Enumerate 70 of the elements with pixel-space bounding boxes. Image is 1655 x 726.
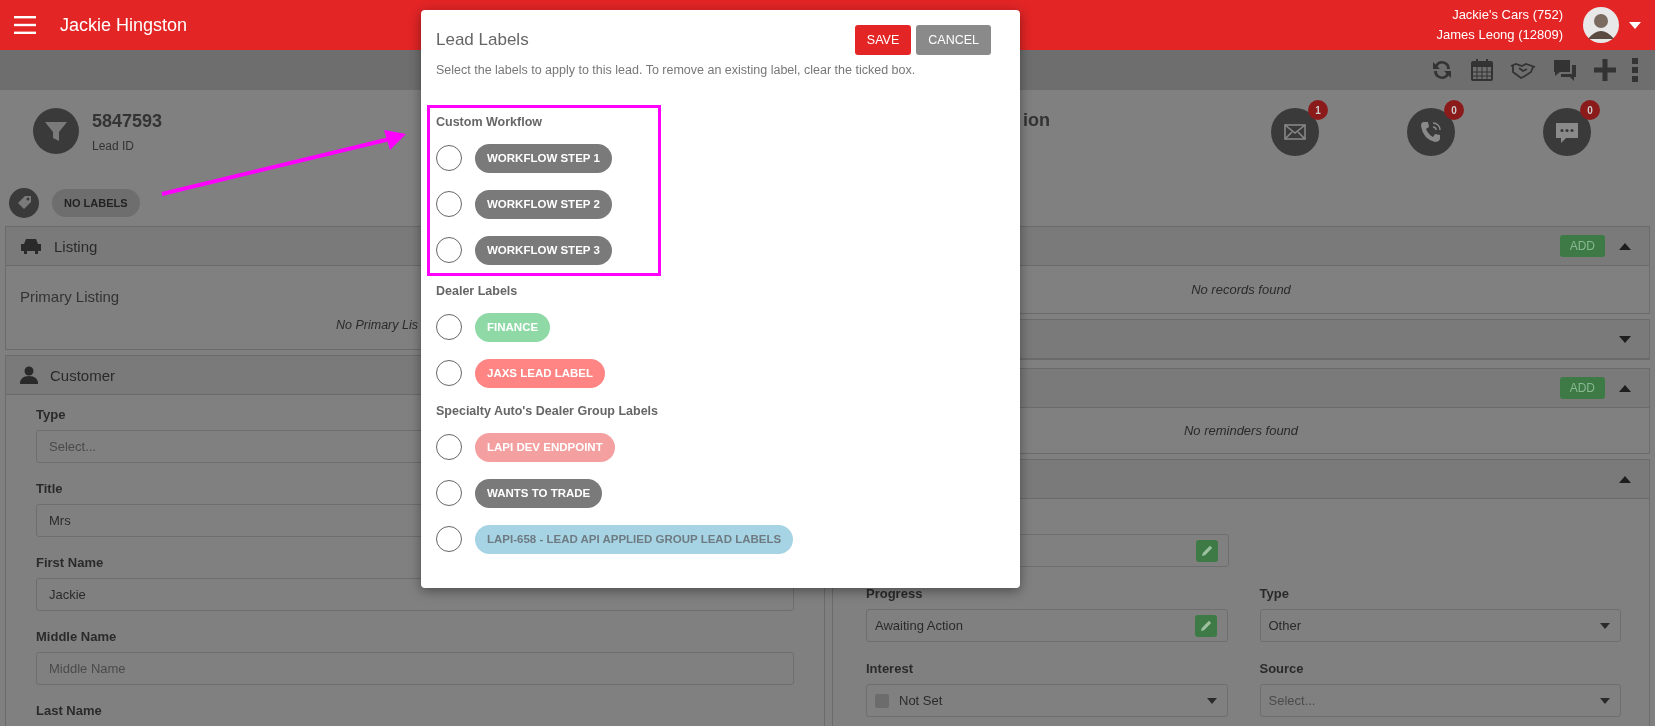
field-label: Last Name: [36, 703, 102, 719]
expand-icon[interactable]: [1619, 335, 1631, 343]
edit-icon[interactable]: [1194, 614, 1217, 637]
field-label: Progress: [866, 586, 923, 602]
dropdown-icon: [1600, 622, 1610, 629]
empty-message: No reminders found: [1183, 423, 1299, 438]
empty-message: No Primary Lis: [336, 318, 418, 332]
empty-message: No records found: [1191, 282, 1291, 297]
label-chip[interactable]: WANTS TO TRADE: [475, 478, 603, 508]
add-button[interactable]: ADD: [1559, 377, 1605, 399]
more-icon[interactable]: [1632, 58, 1638, 82]
label-chip[interactable]: WORKFLOW STEP 3: [475, 235, 612, 265]
section-title: Primary Listing: [20, 288, 120, 305]
count-badge: 0: [1444, 100, 1464, 120]
count-badge: 0: [1580, 100, 1600, 120]
field-label: Type: [36, 407, 66, 423]
message-icon[interactable]: [1543, 108, 1591, 156]
chat-icon[interactable]: [1552, 58, 1578, 82]
group-title: Custom Workflow: [436, 114, 544, 131]
group-title: Specialty Auto's Dealer Group Labels: [436, 403, 659, 420]
label-chip[interactable]: LAPI DEV ENDPOINT: [475, 432, 615, 462]
field-value: Other: [1268, 618, 1301, 633]
save-button[interactable]: SAVE: [854, 25, 912, 55]
label-chip[interactable]: WORKFLOW STEP 2: [475, 189, 612, 219]
select-field[interactable]: Not Set: [866, 684, 1228, 717]
label-chip[interactable]: WORKFLOW STEP 1: [475, 143, 612, 173]
field-value: Not Set: [899, 693, 943, 708]
group-title: Dealer Labels: [436, 283, 519, 300]
refresh-icon[interactable]: [1430, 58, 1454, 82]
menu-icon[interactable]: [14, 16, 36, 34]
user-name: James Leong (12809): [1436, 26, 1563, 44]
caret-icon[interactable]: [1629, 21, 1641, 29]
select-field[interactable]: Other: [1259, 609, 1621, 642]
edit-icon[interactable]: [1196, 539, 1218, 562]
input-field[interactable]: Awaiting Action: [866, 609, 1228, 642]
field-label: Source: [1259, 661, 1304, 677]
lead-id: 5847593: [92, 111, 163, 132]
tag-icon[interactable]: [9, 188, 39, 218]
cancel-button[interactable]: CANCEL: [916, 25, 991, 55]
dropdown-icon: [1600, 697, 1610, 704]
field-label: Middle Name: [36, 629, 117, 645]
avatar[interactable]: [1583, 7, 1619, 43]
heading-fragment: ion: [1023, 110, 1050, 130]
field-label: Type: [1259, 586, 1289, 602]
field-label: Title: [36, 481, 63, 497]
funnel-icon: [33, 108, 79, 154]
dialog-description: Select the labels to apply to this lead. To remove an existing label, clear the ticked box.: [436, 62, 917, 78]
collapse-icon[interactable]: [1619, 384, 1631, 392]
label-chip[interactable]: NO LABELS: [52, 189, 140, 217]
collapse-icon[interactable]: [1619, 242, 1631, 250]
count-badge: 1: [1308, 100, 1328, 120]
calendar-icon[interactable]: [1470, 58, 1494, 82]
field-label: First Name: [36, 555, 104, 571]
page-title: Jackie Hingston: [60, 14, 188, 36]
panel-title: Customer: [50, 366, 116, 384]
person-icon: [20, 366, 38, 384]
dialog-title: Lead Labels: [436, 30, 529, 50]
add-button[interactable]: ADD: [1559, 235, 1605, 257]
field-label: Interest: [866, 661, 913, 677]
car-icon: [20, 238, 42, 254]
plus-icon[interactable]: [1594, 59, 1616, 81]
lead-id-label: Lead ID: [92, 139, 136, 153]
dropdown-icon: [1206, 697, 1217, 704]
panel-title: Listing: [54, 237, 98, 255]
account-name: Jackie's Cars (752): [1452, 6, 1563, 24]
phone-icon[interactable]: [1407, 108, 1455, 156]
envelope-icon[interactable]: [1271, 108, 1319, 156]
field-value: Awaiting Action: [875, 618, 963, 633]
label-chip[interactable]: JAXS LEAD LABEL: [475, 358, 606, 388]
collapse-icon[interactable]: [1619, 475, 1631, 483]
